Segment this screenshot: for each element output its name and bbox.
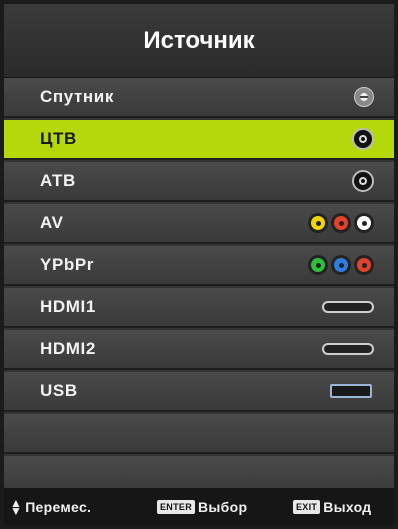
source-item-label: YPbPr [40,255,95,274]
av-rca-icon [308,213,374,233]
empty-row [4,414,394,454]
usb-icon [330,384,372,398]
source-item-label: HDMI1 [40,297,96,316]
source-menu: Источник Спутник ЦТВ АТВ AV YPbPr HDMI1 … [4,4,394,525]
component-rca-icon [308,255,374,275]
source-item-label: HDMI2 [40,339,96,358]
satellite-icon [354,87,374,107]
move-hint-label: Перемес. [25,498,92,515]
source-item-usb[interactable]: USB [4,372,394,412]
exit-hint: EXIT Выход [293,499,371,515]
hdmi-icon [322,343,374,355]
source-item-av[interactable]: AV [4,204,394,244]
antenna-icon [352,128,374,150]
source-item-label: USB [40,381,78,400]
up-down-arrows-icon: ▲ ▼ [10,495,23,518]
source-item-label: AV [40,213,64,232]
menu-title: Источник [4,4,394,78]
source-item-ypbpr[interactable]: YPbPr [4,246,394,286]
move-hint: ▲ ▼ Перемес. [10,495,92,518]
exit-hint-label: Выход [323,498,372,515]
source-item-hdmi1[interactable]: HDMI1 [4,288,394,328]
antenna-icon [352,170,374,192]
exit-key-icon: EXIT [293,499,321,514]
select-hint-label: Выбор [198,498,248,515]
source-item-label: АТВ [40,171,76,190]
select-hint: ENTER Выбор [157,499,247,515]
source-item-dtv[interactable]: ЦТВ [4,120,394,160]
source-item-label: ЦТВ [40,129,77,148]
source-item-hdmi2[interactable]: HDMI2 [4,330,394,370]
enter-key-icon: ENTER [157,499,196,514]
footer-hints: ▲ ▼ Перемес. ENTER Выбор EXIT Выход [4,488,394,525]
source-item-atv[interactable]: АТВ [4,162,394,202]
hdmi-icon [322,301,374,313]
source-item-label: Спутник [40,87,114,106]
source-item-satellite[interactable]: Спутник [4,78,394,118]
